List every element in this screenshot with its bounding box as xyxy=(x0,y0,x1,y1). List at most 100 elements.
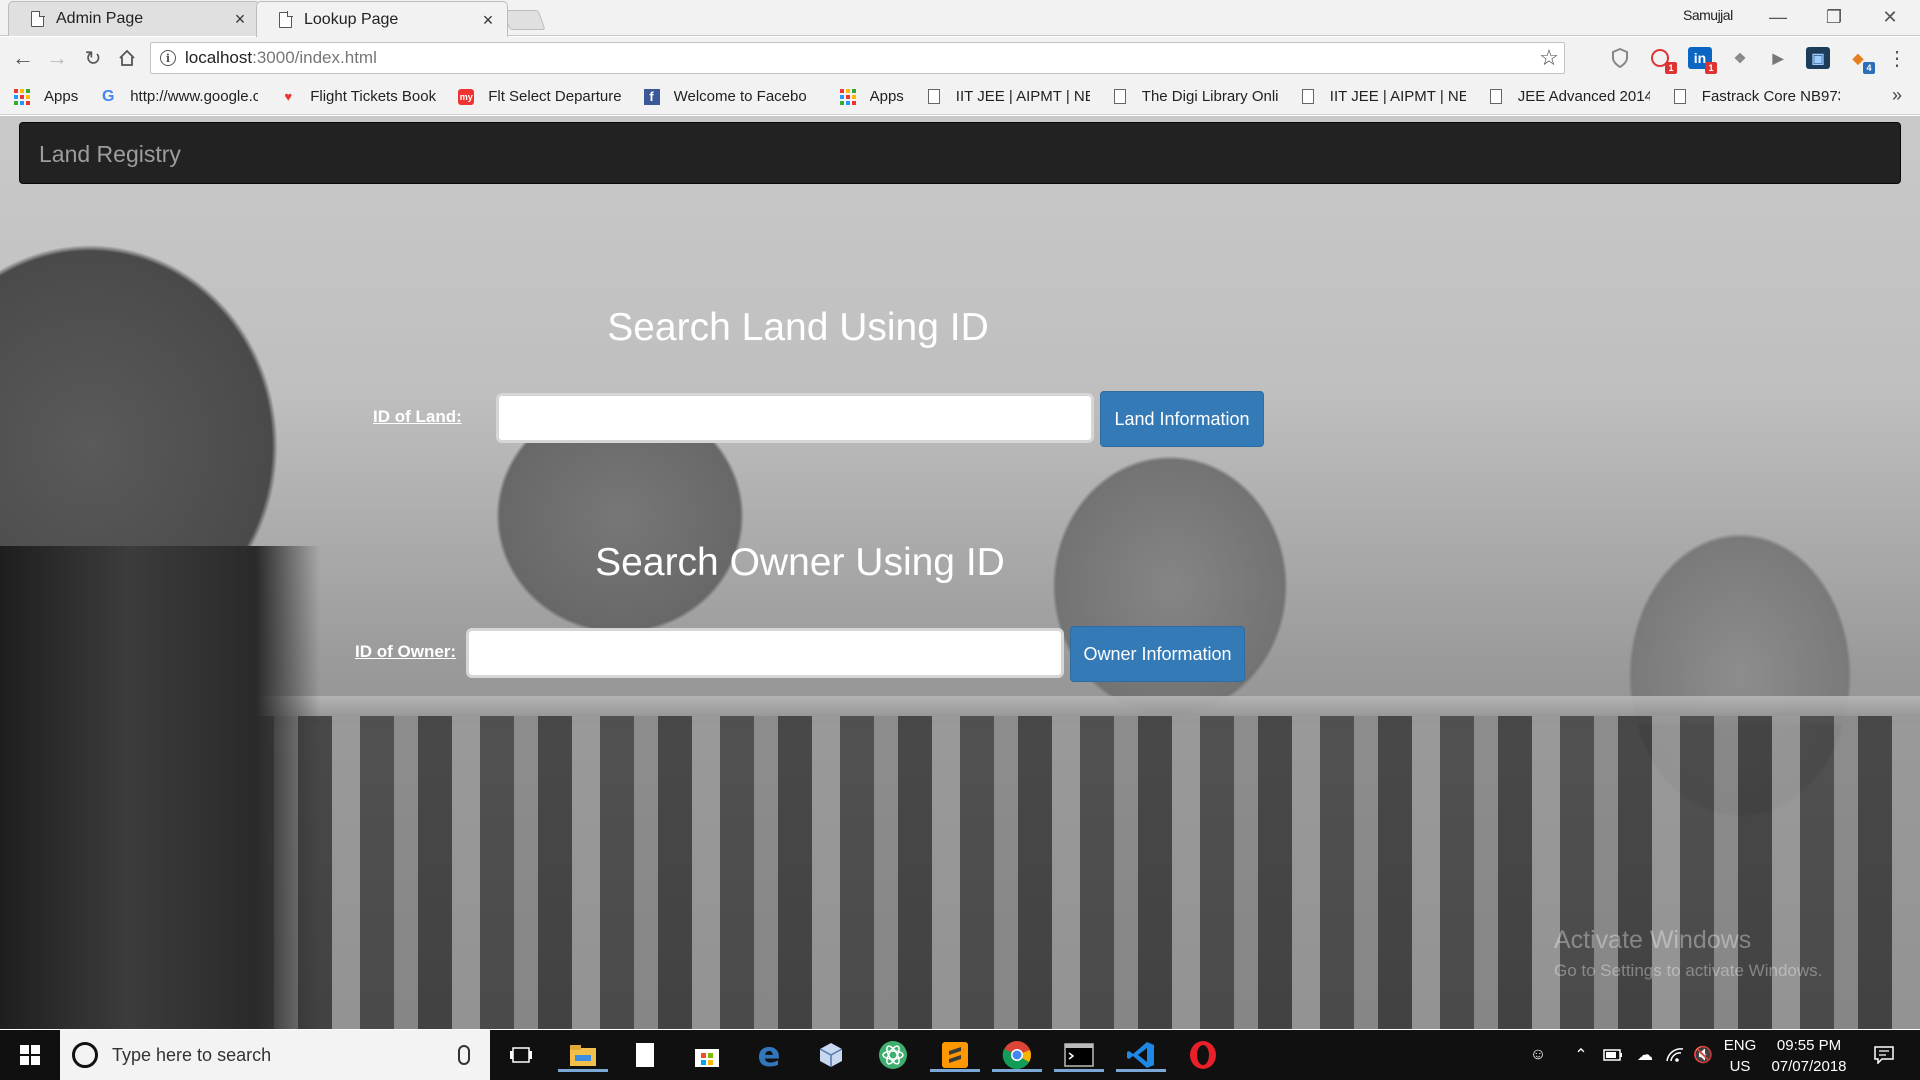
bookmark-google[interactable]: G http://www.google.c xyxy=(86,83,266,111)
windows-logo-icon xyxy=(20,1045,40,1065)
watermark-subtitle: Go to Settings to activate Windows. xyxy=(1554,961,1823,980)
makemytrip-icon: ♥ xyxy=(284,89,293,104)
store-icon[interactable] xyxy=(690,1038,724,1072)
google-icon: G xyxy=(101,87,115,105)
search-placeholder: Type here to search xyxy=(112,1044,272,1065)
vscode-icon[interactable] xyxy=(1116,1038,1166,1072)
profile-name[interactable]: Samujjal xyxy=(1683,7,1733,23)
file-explorer-icon[interactable] xyxy=(558,1038,608,1072)
page-icon xyxy=(1112,89,1128,105)
people-icon[interactable]: ☺ xyxy=(1522,1030,1554,1080)
watermark-title: Activate Windows xyxy=(1554,926,1752,954)
land-information-button[interactable]: Land Information xyxy=(1100,391,1264,447)
close-tab-icon[interactable]: × xyxy=(479,11,497,29)
bookmark-apps-2[interactable]: Apps xyxy=(826,83,912,111)
page-icon xyxy=(1488,89,1504,105)
info-icon[interactable]: i xyxy=(160,50,176,66)
wifi-icon[interactable] xyxy=(1660,1030,1690,1080)
page-icon xyxy=(1672,89,1688,105)
action-center-icon[interactable] xyxy=(1864,1030,1904,1080)
bookmark-jee-advanced[interactable]: JEE Advanced 2014 / xyxy=(1474,83,1658,111)
land-id-label: ID of Land: xyxy=(373,407,462,426)
bookmark-iit-jee-2[interactable]: IIT JEE | AIPMT | NEE xyxy=(1286,83,1474,111)
tab-title: Admin Page xyxy=(56,10,144,27)
close-window-icon[interactable]: ✕ xyxy=(1862,0,1918,34)
page-icon xyxy=(279,11,293,28)
linkedin-extension-icon[interactable]: in 1 xyxy=(1688,47,1717,74)
dark-extension-icon[interactable]: ▣ xyxy=(1806,47,1830,69)
taskbar-search-box[interactable]: Type here to search xyxy=(60,1030,490,1080)
system-clock[interactable]: 09:55 PM 07/07/2018 xyxy=(1770,1035,1848,1077)
page-icon xyxy=(926,89,942,105)
restore-icon[interactable]: ❐ xyxy=(1806,0,1862,34)
back-arrow-icon[interactable]: ← xyxy=(10,45,36,71)
input-language[interactable]: ENG US xyxy=(1718,1035,1762,1077)
bookmark-flight-tickets[interactable]: ♥ Flight Tickets Bookin xyxy=(266,83,444,111)
start-button[interactable] xyxy=(0,1030,60,1080)
volume-muted-icon[interactable]: 🔇 xyxy=(1688,1030,1718,1080)
app-cube-icon[interactable] xyxy=(814,1038,848,1072)
bookmark-digi-library[interactable]: The Digi Library Onli xyxy=(1098,83,1286,111)
owner-information-button[interactable]: Owner Information xyxy=(1070,626,1245,682)
owner-id-input[interactable] xyxy=(466,628,1064,678)
url-text[interactable]: localhost:3000/index.html xyxy=(185,48,1534,68)
makemytrip-icon: my xyxy=(458,88,475,105)
chevron-up-icon[interactable]: ⌃ xyxy=(1568,1030,1594,1080)
browser-tab-strip: Admin Page × Lookup Page × Samujjal — ❐ … xyxy=(0,0,1920,37)
tab-title: Lookup Page xyxy=(304,10,399,28)
owner-search-heading: Search Owner Using ID xyxy=(595,541,1005,584)
owner-id-label: ID of Owner: xyxy=(355,642,457,661)
notepad-icon[interactable] xyxy=(628,1038,662,1072)
terminal-icon[interactable] xyxy=(1054,1038,1104,1072)
bookmarks-bar: Apps G http://www.google.c ♥ Flight Tick… xyxy=(0,79,1920,115)
battery-icon[interactable] xyxy=(1598,1030,1628,1080)
close-tab-icon[interactable]: × xyxy=(231,10,249,28)
activate-windows-watermark: Activate Windows Go to Settings to activ… xyxy=(1554,926,1822,981)
bookmark-star-icon[interactable]: ☆ xyxy=(1534,45,1564,71)
bookmarks-overflow-icon[interactable]: » xyxy=(1892,85,1902,106)
home-icon[interactable] xyxy=(114,45,140,71)
cloud-sync-icon[interactable]: ☁ xyxy=(1630,1030,1660,1080)
task-view-icon[interactable] xyxy=(504,1038,538,1072)
bookmark-flt-select-departure[interactable]: my Flt Select Departure xyxy=(444,83,629,111)
puzzle-extension-icon[interactable]: ❖ xyxy=(1728,47,1752,69)
page-viewport: Land Registry Search Land Using ID ID of… xyxy=(0,116,1920,1029)
play-extension-icon[interactable]: ▶ xyxy=(1766,47,1790,69)
atom-icon[interactable] xyxy=(876,1038,910,1072)
bookmark-facebook[interactable]: f Welcome to Facebo xyxy=(630,83,826,111)
windows-taskbar: Type here to search e ☺ ⌃ ☁ 🔇 ENG US 09:… xyxy=(0,1030,1920,1080)
clock-date: 07/07/2018 xyxy=(1771,1058,1847,1075)
tab-admin-page[interactable]: Admin Page × xyxy=(8,1,260,36)
bookmark-iit-jee-1[interactable]: IIT JEE | AIPMT | NEE xyxy=(912,83,1098,111)
brand-title[interactable]: Land Registry xyxy=(39,141,181,168)
menu-kebab-icon[interactable]: ⋮ xyxy=(1884,45,1910,71)
reload-icon[interactable]: ↻ xyxy=(80,45,106,71)
gmail-checker-extension-icon[interactable]: 1 xyxy=(1648,47,1677,74)
page-icon xyxy=(31,10,45,27)
edge-icon[interactable]: e xyxy=(752,1035,786,1075)
forward-arrow-icon[interactable]: → xyxy=(44,45,70,71)
tab-lookup-page[interactable]: Lookup Page × xyxy=(256,1,508,37)
new-tab-button[interactable] xyxy=(502,10,546,30)
background-pillar xyxy=(0,546,320,1029)
apps-grid-icon xyxy=(14,88,30,105)
land-id-input[interactable] xyxy=(496,393,1094,443)
chrome-icon[interactable] xyxy=(992,1038,1042,1072)
minimize-icon[interactable]: — xyxy=(1750,0,1806,34)
land-search-heading: Search Land Using ID xyxy=(607,306,989,349)
bookmark-fastrack[interactable]: Fastrack Core NB973 xyxy=(1658,83,1848,111)
clock-time: 09:55 PM xyxy=(1776,1037,1842,1054)
top-navbar: Land Registry xyxy=(19,122,1901,184)
apps-grid-icon xyxy=(839,88,856,105)
sublime-text-icon[interactable] xyxy=(930,1038,980,1072)
microphone-icon[interactable] xyxy=(458,1045,470,1065)
browser-toolbar: ← → ↻ i localhost:3000/index.html ☆ 1 in… xyxy=(0,37,1920,79)
facebook-icon: f xyxy=(643,88,660,105)
bookmark-apps[interactable]: Apps xyxy=(0,83,86,111)
cortana-icon xyxy=(72,1042,98,1068)
color-extension-icon[interactable]: ◆ 4 xyxy=(1846,47,1875,74)
page-icon xyxy=(1300,89,1316,105)
shield-extension-icon[interactable] xyxy=(1608,47,1632,69)
address-bar[interactable]: i localhost:3000/index.html ☆ xyxy=(150,42,1565,74)
opera-icon[interactable] xyxy=(1186,1038,1220,1072)
